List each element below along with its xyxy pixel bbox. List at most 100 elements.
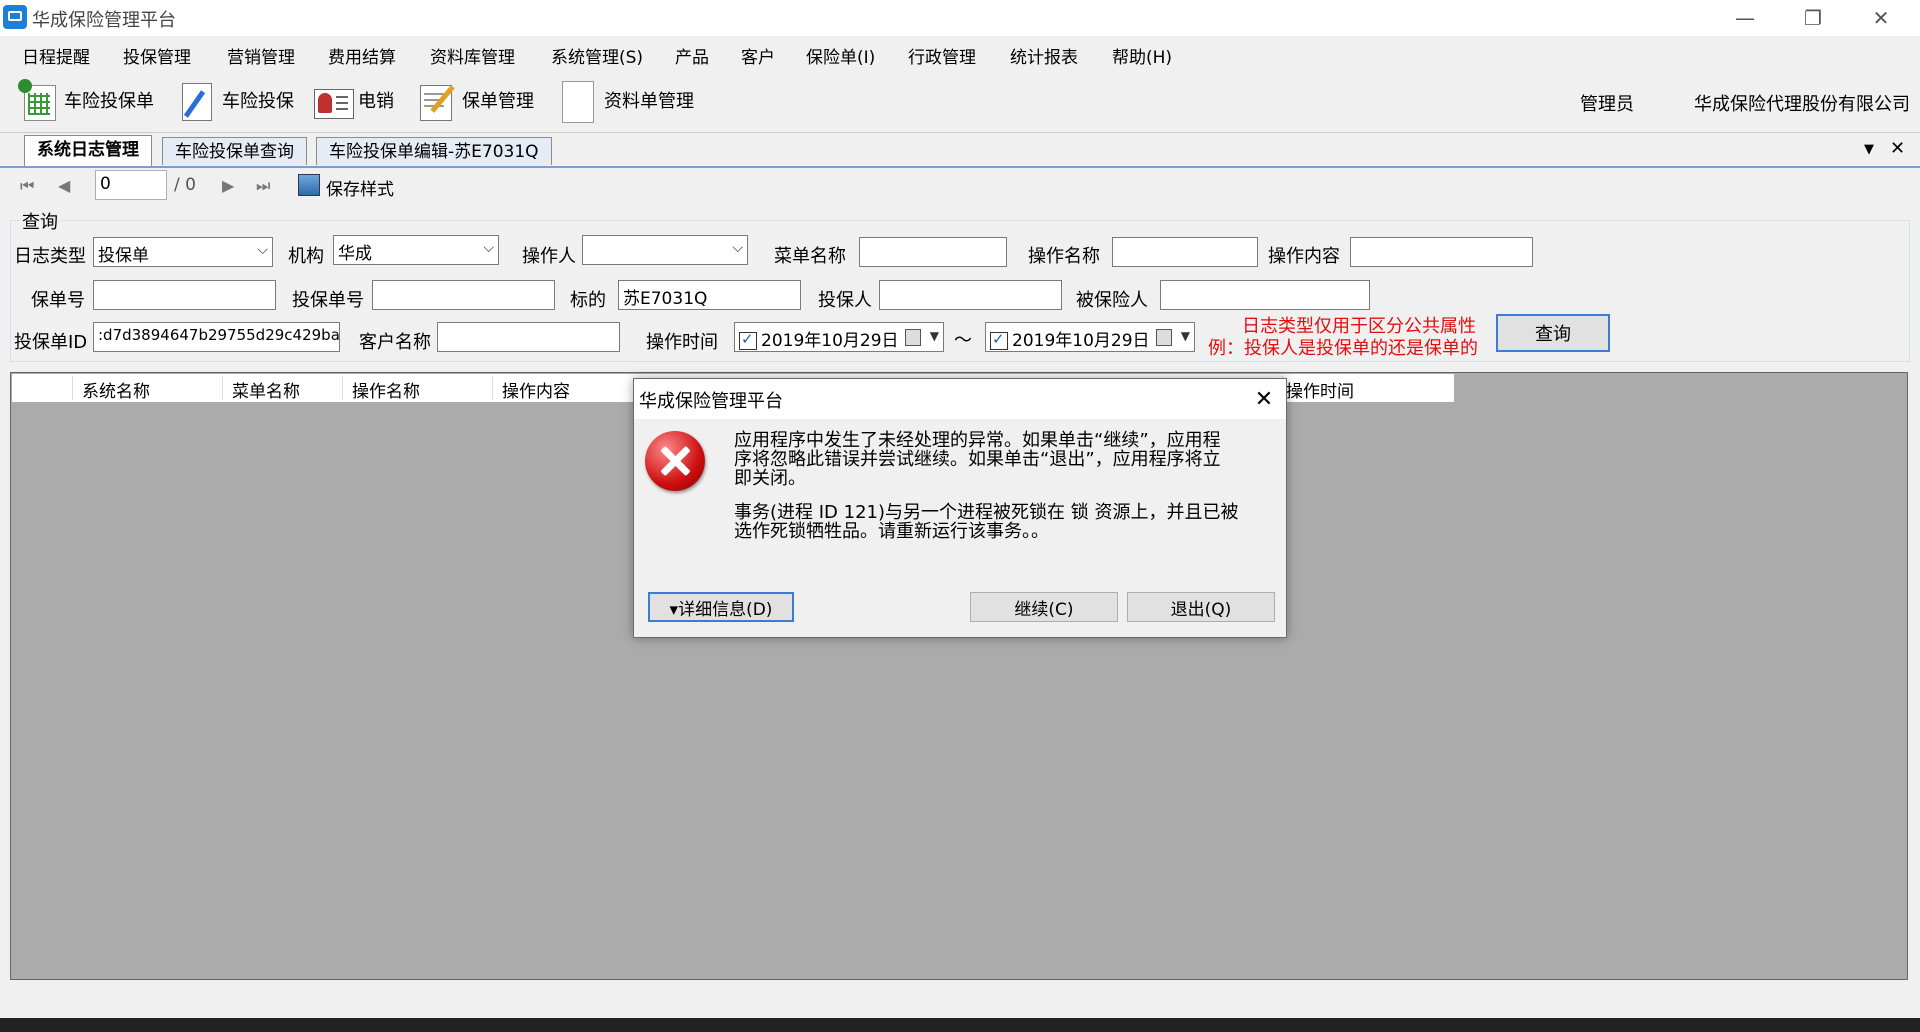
policy-management-button[interactable]: 保单管理 [416,78,534,122]
menu-bar: 日程提醒 投保管理 营销管理 费用结算 资料库管理 系统管理(S) 产品 客户 … [0,36,1920,70]
message-line: 应用程序中发生了未经处理的异常。如果单击“继续”，应用程 [734,430,1221,451]
date-to-checkbox[interactable] [990,330,1008,350]
date-to-picker[interactable]: 2019年10月29日 ▼ [985,322,1195,352]
date-from-picker[interactable]: 2019年10月29日 ▼ [734,322,944,352]
proposal-id-label: 投保单ID [14,332,88,353]
current-user: 管理员 [1580,94,1634,115]
app-icon [3,5,27,29]
clipboard-pen-icon [416,79,456,121]
error-icon [645,431,705,491]
menu-insure[interactable]: 投保管理 [123,43,191,68]
error-dialog: 华成保险管理平台 ✕ 应用程序中发生了未经处理的异常。如果单击“继续”，应用程 … [633,378,1287,638]
insured-label: 被保险人 [1076,290,1148,311]
taskbar [0,1018,1920,1032]
note-line-2: 例：投保人是投保单的还是保单的 [1208,338,1478,359]
query-button[interactable]: 查询 [1496,314,1610,352]
col-op-time[interactable]: 操作时间 [1286,377,1354,402]
menu-reports[interactable]: 统计报表 [1010,43,1078,68]
insured-by-label: 投保人 [818,290,872,311]
window-title: 华成保险管理平台 [32,10,176,31]
menu-name-input[interactable] [859,237,1007,267]
minimize-button[interactable]: — [1716,0,1774,36]
org-value: 华成 [338,244,372,264]
proposal-id-input[interactable]: :d7d3894647b29755d29c429ba3 [93,322,340,352]
date-from-value: 2019年10月29日 [761,331,899,351]
target-input[interactable]: 苏E7031Q [618,280,801,310]
menu-customer[interactable]: 客户 [741,43,775,68]
prev-page-icon[interactable]: ◀ [58,176,70,195]
operator-select[interactable]: ⌵ [582,235,748,265]
tab-system-log[interactable]: 系统日志管理 [24,135,152,166]
save-style-icon [298,174,320,196]
op-content-label: 操作内容 [1268,246,1340,267]
grid-col-sep [492,376,493,400]
page-number-input[interactable]: 0 [95,170,167,200]
proposal-no-input[interactable] [372,280,555,310]
tab-car-proposal-edit[interactable]: 车险投保单编辑-苏E7031Q [316,137,552,165]
menu-library[interactable]: 资料库管理 [430,43,515,68]
col-menu-name[interactable]: 菜单名称 [232,377,300,402]
continue-button[interactable]: 继续(C) [970,592,1118,622]
insured-input[interactable] [1160,280,1370,310]
telesales-label: 电销 [358,91,394,112]
customer-name-label: 客户名称 [359,332,431,353]
first-page-icon[interactable]: ⏮ [20,176,34,196]
insured-by-input[interactable] [879,280,1062,310]
toolbar: 车险投保单 车险投保 电销 保单管理 资料单管理 管理员 华成保险代理股份有限公… [0,70,1920,133]
op-content-input[interactable] [1350,237,1533,267]
log-type-select[interactable]: 投保单 ⌵ [93,237,273,267]
menu-system[interactable]: 系统管理(S) [551,43,643,68]
close-window-button[interactable]: ✕ [1852,0,1910,36]
col-system-name[interactable]: 系统名称 [82,377,150,402]
car-proposal-form-button[interactable]: 车险投保单 [18,78,154,122]
document-management-label: 资料单管理 [604,91,694,112]
save-style-button[interactable]: 保存样式 [326,175,394,200]
chevron-down-icon: ⌵ [257,242,268,258]
customer-name-input[interactable] [437,322,620,352]
proposal-no-label: 投保单号 [292,290,364,311]
document-management-button[interactable]: 资料单管理 [558,78,694,123]
log-type-label: 日志类型 [14,246,86,267]
telesales-button[interactable]: 电销 [312,78,394,122]
dialog-title: 华成保险管理平台 [639,391,783,412]
car-insure-button[interactable]: 车险投保 [176,78,294,122]
detail-line: 事务(进程 ID 121)与另一个进程被死锁在 锁 资源上，并且已被 [734,502,1239,523]
op-name-input[interactable] [1112,237,1258,267]
query-legend: 查询 [20,208,60,234]
tab-car-proposal-query[interactable]: 车险投保单查询 [162,137,307,165]
menu-product[interactable]: 产品 [675,43,709,68]
document-edit-icon [176,79,216,121]
col-op-content[interactable]: 操作内容 [502,377,570,402]
tab-close-icon[interactable]: ✕ [1890,138,1905,159]
last-page-icon[interactable]: ⏭ [256,176,270,196]
title-bar: 华成保险管理平台 — ❐ ✕ [0,0,1920,36]
op-time-label: 操作时间 [646,332,718,353]
col-op-name[interactable]: 操作名称 [352,377,420,402]
menu-admin[interactable]: 行政管理 [908,43,976,68]
menu-settlement[interactable]: 费用结算 [328,43,396,68]
policy-management-label: 保单管理 [462,91,534,112]
tab-strip: 系统日志管理 车险投保单查询 车险投保单编辑-苏E7031Q ▼ ✕ [0,134,1920,168]
menu-help[interactable]: 帮助(H) [1112,43,1172,68]
dialog-message: 应用程序中发生了未经处理的异常。如果单击“继续”，应用程 序将忽略此错误并尝试继… [734,431,1254,488]
org-select[interactable]: 华成 ⌵ [333,235,499,265]
menu-schedule[interactable]: 日程提醒 [22,43,90,68]
menu-marketing[interactable]: 营销管理 [227,43,295,68]
menu-policy[interactable]: 保险单(I) [806,43,875,68]
detail-line: 选作死锁牺牲品。请重新运行该事务。。 [734,521,1049,542]
dialog-close-icon[interactable]: ✕ [1244,383,1284,415]
quit-button[interactable]: 退出(Q) [1127,592,1275,622]
target-label: 标的 [570,290,606,311]
date-to-value: 2019年10月29日 [1012,331,1150,351]
next-page-icon[interactable]: ▶ [222,176,234,195]
grid-col-sep [222,376,223,400]
note-line-1: 日志类型仅用于区分公共属性 [1242,316,1476,337]
tab-dropdown-icon[interactable]: ▼ [1864,142,1874,157]
policy-no-input[interactable] [93,280,276,310]
restore-button[interactable]: ❐ [1784,0,1842,36]
details-button[interactable]: ▾详细信息(D) [648,592,794,622]
calendar-icon [905,329,921,346]
message-line: 序将忽略此错误并尝试继续。如果单击“退出”，应用程序将立 [734,449,1221,470]
calendar-icon [1156,329,1172,346]
date-from-checkbox[interactable] [739,330,757,350]
